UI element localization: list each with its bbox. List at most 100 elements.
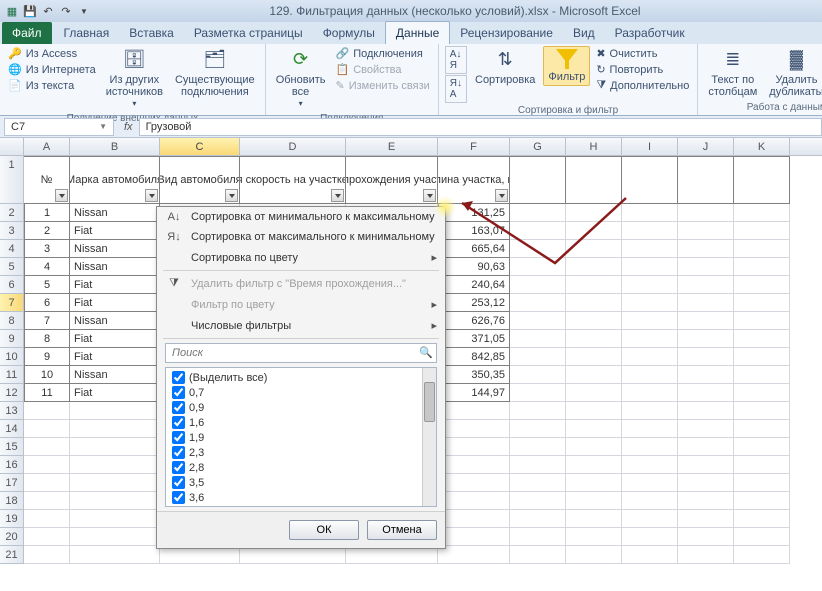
empty-cell[interactable] <box>566 474 622 492</box>
row-head[interactable]: 1 <box>0 156 24 204</box>
empty-cell[interactable] <box>510 384 566 402</box>
row-head[interactable]: 4 <box>0 240 24 258</box>
empty-cell[interactable] <box>24 438 70 456</box>
empty-cell[interactable] <box>678 474 734 492</box>
header-cell[interactable]: Вид автомобиля <box>160 156 240 204</box>
empty-cell[interactable] <box>566 510 622 528</box>
empty-cell[interactable] <box>566 294 622 312</box>
cell[interactable]: 144,97 <box>438 384 510 402</box>
empty-cell[interactable] <box>566 528 622 546</box>
empty-cell[interactable] <box>438 438 510 456</box>
row-head[interactable]: 20 <box>0 528 24 546</box>
header-cell[interactable]: Время прохождения участка, час <box>346 156 438 204</box>
checkbox[interactable] <box>172 371 185 384</box>
empty-cell[interactable] <box>678 384 734 402</box>
empty-cell[interactable] <box>566 312 622 330</box>
empty-cell[interactable] <box>510 420 566 438</box>
checkbox[interactable] <box>172 461 185 474</box>
from-text-button[interactable]: 📄Из текста <box>6 78 98 93</box>
checkbox[interactable] <box>172 401 185 414</box>
empty-cell[interactable] <box>566 366 622 384</box>
empty-cell[interactable] <box>24 492 70 510</box>
header-cell[interactable]: Марка автомобиля <box>70 156 160 204</box>
sort-desc-item[interactable]: Я↓Сортировка от максимального к минималь… <box>157 227 445 247</box>
empty-cell[interactable] <box>70 456 160 474</box>
empty-cell[interactable] <box>734 384 790 402</box>
empty-cell[interactable] <box>70 492 160 510</box>
empty-cell[interactable] <box>566 204 622 222</box>
empty-cell[interactable] <box>622 222 678 240</box>
cell[interactable]: Fiat <box>70 222 160 240</box>
text-to-columns-button[interactable]: ≣Текст по столбцам <box>704 46 761 100</box>
empty-cell[interactable] <box>734 348 790 366</box>
header-cell[interactable]: № <box>24 156 70 204</box>
empty-cell[interactable] <box>70 438 160 456</box>
empty-cell[interactable] <box>622 420 678 438</box>
empty-cell[interactable] <box>566 492 622 510</box>
col-head-G[interactable]: G <box>510 138 566 155</box>
cancel-button[interactable]: Отмена <box>367 520 437 540</box>
cell[interactable]: 842,85 <box>438 348 510 366</box>
other-sources-button[interactable]: 🗄Из других источников▾ <box>102 46 167 111</box>
cell[interactable]: 163,07 <box>438 222 510 240</box>
empty-cell[interactable] <box>622 240 678 258</box>
empty-cell[interactable] <box>510 474 566 492</box>
empty-cell[interactable] <box>678 402 734 420</box>
reapply-button[interactable]: ↻Повторить <box>594 62 691 77</box>
empty-cell[interactable] <box>734 330 790 348</box>
empty-cell[interactable] <box>566 330 622 348</box>
filter-select-all[interactable]: (Выделить все) <box>170 370 418 385</box>
empty-cell[interactable] <box>678 294 734 312</box>
col-head-J[interactable]: J <box>678 138 734 155</box>
filter-button[interactable]: Фильтр <box>543 46 590 86</box>
cell[interactable]: Fiat <box>70 276 160 294</box>
empty-cell[interactable] <box>734 222 790 240</box>
empty-cell[interactable] <box>678 222 734 240</box>
empty-cell[interactable] <box>510 456 566 474</box>
empty-cell[interactable] <box>24 546 70 564</box>
row-head[interactable]: 7 <box>0 294 24 312</box>
empty-cell[interactable] <box>438 474 510 492</box>
empty-cell[interactable] <box>510 402 566 420</box>
empty-cell[interactable] <box>566 240 622 258</box>
empty-cell[interactable] <box>622 204 678 222</box>
empty-cell[interactable] <box>622 456 678 474</box>
empty-cell[interactable] <box>70 420 160 438</box>
empty-cell[interactable] <box>622 546 678 564</box>
cell[interactable]: Nissan <box>70 312 160 330</box>
empty-cell[interactable] <box>438 510 510 528</box>
header-cell[interactable]: Длина участка, км <box>438 156 510 204</box>
col-head-D[interactable]: D <box>240 138 346 155</box>
from-web-button[interactable]: 🌐Из Интернета <box>6 62 98 77</box>
undo-icon[interactable]: ↶ <box>40 3 56 19</box>
row-head[interactable]: 18 <box>0 492 24 510</box>
empty-cell[interactable] <box>678 456 734 474</box>
row-head[interactable]: 17 <box>0 474 24 492</box>
empty-cell[interactable] <box>510 492 566 510</box>
select-all-corner[interactable] <box>0 138 24 155</box>
empty-cell[interactable] <box>734 492 790 510</box>
tab-formulas[interactable]: Формулы <box>313 22 385 44</box>
empty-cell[interactable] <box>510 240 566 258</box>
tab-home[interactable]: Главная <box>54 22 120 44</box>
row-head[interactable]: 19 <box>0 510 24 528</box>
cell[interactable]: Nissan <box>70 366 160 384</box>
empty-cell[interactable] <box>734 528 790 546</box>
row-head[interactable]: 9 <box>0 330 24 348</box>
tab-layout[interactable]: Разметка страницы <box>184 22 313 44</box>
qat-dropdown-icon[interactable]: ▼ <box>76 3 92 19</box>
tab-view[interactable]: Вид <box>563 22 605 44</box>
filter-value-item[interactable]: 0,9 <box>170 400 418 415</box>
formula-bar[interactable]: Грузовой <box>139 118 822 136</box>
empty-cell[interactable] <box>24 474 70 492</box>
cell[interactable]: 11 <box>24 384 70 402</box>
empty-cell[interactable] <box>438 456 510 474</box>
tab-data[interactable]: Данные <box>385 21 450 44</box>
filter-dropdown-icon[interactable] <box>331 189 344 202</box>
empty-cell[interactable] <box>566 348 622 366</box>
row-head[interactable]: 11 <box>0 366 24 384</box>
empty-cell[interactable] <box>734 438 790 456</box>
cell[interactable]: 5 <box>24 276 70 294</box>
cell[interactable]: Fiat <box>70 348 160 366</box>
cell[interactable]: Fiat <box>70 384 160 402</box>
